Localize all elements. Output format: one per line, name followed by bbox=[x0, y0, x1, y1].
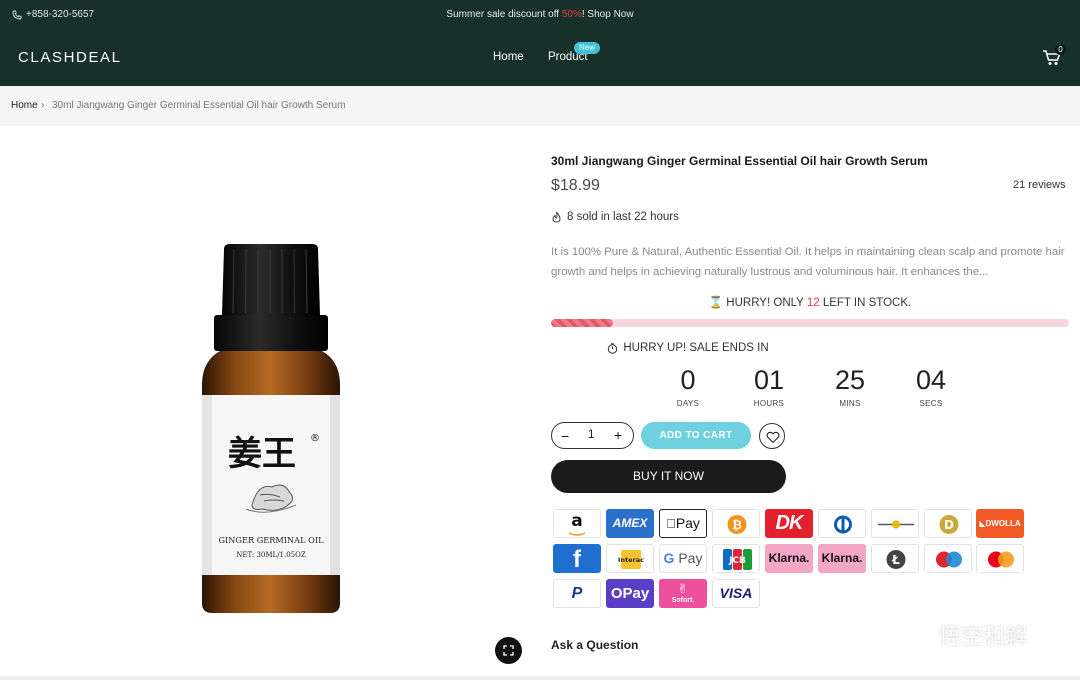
svg-text:D: D bbox=[944, 518, 954, 532]
interac-icon: Interac bbox=[606, 544, 654, 573]
dwolla-icon: ◣DWOLLA bbox=[976, 509, 1024, 538]
svg-text:JCB: JCB bbox=[728, 556, 746, 566]
svg-text:Ł: Ł bbox=[891, 553, 900, 567]
site-logo[interactable]: CLASHDEAL bbox=[18, 49, 122, 66]
stopwatch-icon bbox=[608, 342, 618, 354]
countdown-days-value: 0 bbox=[680, 365, 696, 395]
visa-icon: VISA bbox=[712, 579, 760, 608]
jcb-icon: JCB bbox=[712, 544, 760, 573]
countdown-secs-label: SECS bbox=[919, 399, 943, 408]
promo-percent: 50% bbox=[561, 9, 582, 20]
klarna-pay-later-icon: Klarna. bbox=[818, 544, 866, 573]
product-description: It is 100% Pure & Natural, Authentic Ess… bbox=[551, 246, 1065, 278]
quantity-increase-button[interactable]: + bbox=[614, 427, 622, 443]
cart-count-badge: 0 bbox=[1055, 44, 1066, 55]
label-net: NET: 30ML/1.05OZ bbox=[236, 551, 306, 559]
nav-home[interactable]: Home bbox=[493, 51, 524, 63]
countdown-secs: 04 SECS bbox=[901, 364, 961, 408]
countdown-mins: 25 MINS bbox=[820, 364, 880, 408]
forbrugsforeningen-icon: f bbox=[553, 544, 601, 573]
sale-ends-text: HURRY UP! SALE ENDS IN bbox=[623, 342, 769, 354]
stock-prefix: HURRY! ONLY bbox=[726, 297, 807, 309]
stock-progress-fill bbox=[551, 319, 614, 327]
svg-text:₿: ₿ bbox=[732, 518, 742, 532]
google-pay-icon: G Pay bbox=[659, 544, 707, 573]
quantity-stepper: − 1 + bbox=[551, 422, 634, 449]
product-price: $18.99 bbox=[551, 177, 600, 194]
opay-icon: OPay bbox=[606, 579, 654, 608]
buy-now-button[interactable]: BUY IT NOW bbox=[551, 460, 786, 493]
heart-icon bbox=[766, 431, 780, 444]
countdown-mins-label: MINS bbox=[839, 399, 861, 408]
paypal-icon: P bbox=[553, 579, 601, 608]
countdown-days: 0 DAYS bbox=[658, 364, 718, 408]
bitcoin-icon: ₿ bbox=[712, 509, 760, 538]
wechat-icon bbox=[895, 622, 929, 647]
svg-text:Interac: Interac bbox=[618, 556, 644, 564]
stock-warning: ⌛ HURRY! ONLY 12 LEFT IN STOCK. bbox=[551, 295, 1069, 309]
mastercard-icon bbox=[976, 544, 1024, 573]
add-to-cart-button[interactable]: ADD TO CART bbox=[641, 422, 751, 449]
bancontact-icon bbox=[871, 509, 919, 538]
label-product-name: GINGER GERMINAL OIL bbox=[218, 535, 324, 545]
sale-countdown-heading: HURRY UP! SALE ENDS IN bbox=[551, 342, 825, 354]
sold-info: 8 sold in last 22 hours bbox=[551, 211, 679, 223]
hourglass-icon: ⌛ bbox=[708, 297, 724, 309]
countdown-hours: 01 HOURS bbox=[739, 364, 799, 408]
maestro-icon bbox=[924, 544, 972, 573]
sold-text: 8 sold in last 22 hours bbox=[567, 211, 679, 223]
label-chinese: 姜王 bbox=[228, 434, 296, 474]
promo-banner[interactable]: Summer sale discount off 50%! Shop Now bbox=[0, 9, 1080, 20]
wishlist-button[interactable] bbox=[759, 423, 785, 449]
promo-text: Summer sale discount off bbox=[446, 9, 562, 20]
countdown-days-label: DAYS bbox=[676, 399, 700, 408]
flame-icon bbox=[552, 211, 561, 223]
sofort-icon: ✌ Sofort. bbox=[659, 579, 707, 608]
apple-pay-icon: Pay bbox=[659, 509, 707, 538]
quantity-decrease-button[interactable]: − bbox=[561, 428, 569, 444]
promo-shop-now[interactable]: ! Shop Now bbox=[582, 9, 634, 20]
countdown-hours-label: HOURS bbox=[753, 399, 785, 408]
label-registered: ® bbox=[310, 433, 320, 444]
breadcrumb-current: 30ml Jiangwang Ginger Germinal Essential… bbox=[52, 100, 346, 111]
breadcrumb-separator: › bbox=[41, 100, 45, 111]
breadcrumb-home[interactable]: Home bbox=[11, 100, 38, 111]
stock-progress-bar bbox=[551, 319, 1069, 327]
product-title: 30ml Jiangwang Ginger Germinal Essential… bbox=[551, 154, 928, 168]
countdown-secs-value: 04 bbox=[915, 365, 947, 395]
dogecoin-icon: D bbox=[924, 509, 972, 538]
product-image[interactable]: 姜王 ® GINGER GERMINAL OIL NET: 30ML/1.05O… bbox=[200, 243, 342, 633]
reviews-link[interactable]: 21 reviews bbox=[1013, 179, 1066, 191]
wechat-watermark: 悟空和解 bbox=[893, 619, 1027, 651]
stock-count: 12 bbox=[806, 297, 820, 309]
watermark-text: 悟空和解 bbox=[939, 624, 1028, 649]
klarna-icon: Klarna. bbox=[765, 544, 813, 573]
countdown-mins-value: 25 bbox=[834, 365, 866, 395]
dankort-icon: DK bbox=[765, 509, 813, 538]
quantity-input[interactable]: 1 bbox=[588, 429, 594, 441]
new-badge: New bbox=[574, 42, 601, 54]
litecoin-icon: Ł bbox=[871, 544, 919, 573]
expand-icon bbox=[503, 645, 514, 656]
page-bottom-divider bbox=[0, 676, 1080, 680]
diners-club-icon bbox=[818, 509, 866, 538]
zoom-button[interactable] bbox=[495, 637, 522, 664]
amex-icon: AMEX bbox=[606, 509, 654, 538]
stock-suffix: LEFT IN STOCK. bbox=[819, 297, 912, 309]
ask-question-link[interactable]: Ask a Question bbox=[551, 638, 638, 652]
countdown-hours-value: 01 bbox=[753, 365, 785, 395]
amazon-pay-icon: a bbox=[553, 509, 601, 538]
